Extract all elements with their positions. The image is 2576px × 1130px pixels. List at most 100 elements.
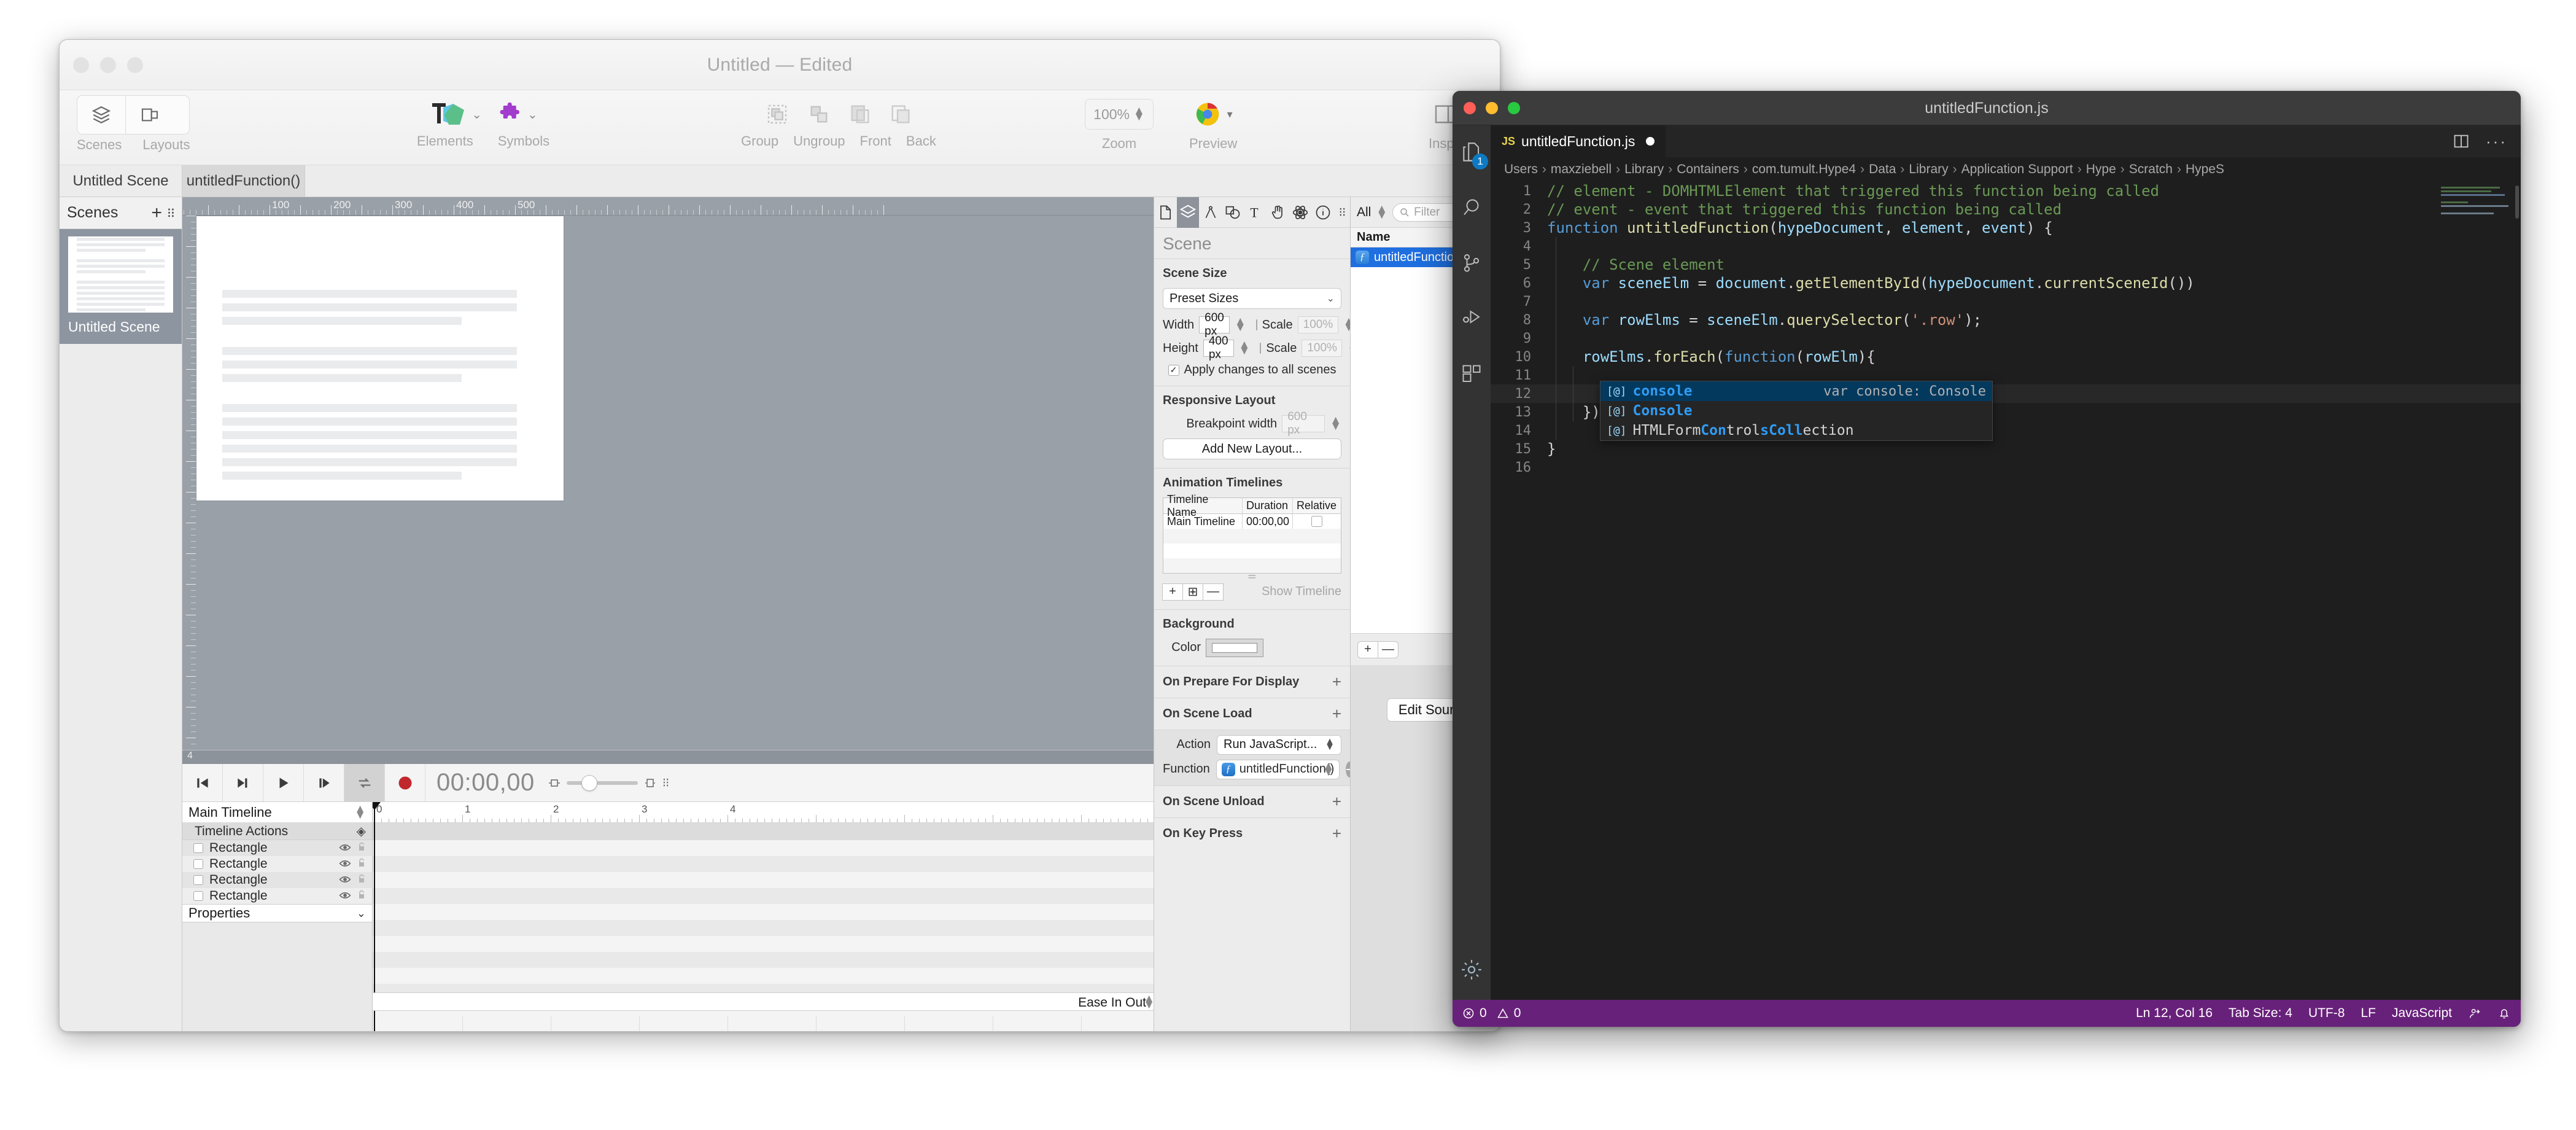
unsaved-dot-icon[interactable] (1646, 137, 1655, 146)
timeline-selector[interactable]: Main Timeline ▲ ▼ (182, 802, 372, 823)
lock-icon[interactable] (357, 841, 366, 855)
scene-list-item[interactable]: Untitled Scene (60, 229, 182, 344)
live-share-icon[interactable] (2468, 1007, 2481, 1020)
eol[interactable]: LF (2361, 1006, 2376, 1021)
lock-icon[interactable] (357, 873, 366, 887)
code-line[interactable]: 4 (1491, 237, 2521, 255)
encoding[interactable]: UTF-8 (2308, 1006, 2345, 1021)
group-icon[interactable] (764, 101, 790, 127)
background-color-swatch[interactable] (1206, 638, 1263, 657)
zoom-out-timeline-icon[interactable] (547, 777, 562, 789)
remove-resource-button[interactable]: — (1378, 641, 1399, 658)
layouts-toggle-button[interactable] (125, 96, 173, 134)
apply-all-checkbox[interactable]: ✓ (1168, 364, 1179, 376)
timeline-selector-arrows[interactable]: ▲ ▼ (354, 803, 366, 821)
add-resource-button[interactable]: + (1357, 641, 1378, 658)
activity-settings[interactable] (1457, 956, 1486, 984)
height-scale-checkbox[interactable] (1260, 343, 1262, 354)
timeline-zoom-track[interactable] (566, 774, 638, 791)
go-to-start-button[interactable] (182, 764, 223, 801)
timeline-ease-row[interactable]: Ease In Out ▲▼ (373, 992, 1154, 1011)
play-button[interactable] (263, 764, 304, 801)
problems-status[interactable]: 0 0 (1462, 1006, 1521, 1021)
preset-sizes-select[interactable]: Preset Sizes ⌄ (1163, 288, 1341, 309)
width-scale-checkbox[interactable] (1255, 319, 1257, 330)
timeline-row-relative[interactable] (1293, 514, 1341, 529)
code-line[interactable]: 8 var rowElms = sceneElm.querySelector('… (1491, 311, 2521, 329)
elements-button[interactable]: ⌄ (429, 100, 482, 128)
breadcrumb-segment[interactable]: Users (1504, 162, 1538, 177)
add-new-layout-button[interactable]: Add New Layout... (1163, 438, 1341, 459)
loop-button[interactable] (344, 764, 385, 801)
section-on-scene-unload[interactable]: On Scene Unload + (1154, 786, 1350, 818)
editor-scrollbar[interactable] (2515, 185, 2519, 219)
height-scale-input[interactable]: 100% (1302, 340, 1343, 357)
bring-front-icon[interactable] (848, 102, 872, 127)
suggestion-item[interactable]: [@] console var console: Console (1600, 381, 1992, 401)
add-timeline-action-icon[interactable]: ◈ (357, 824, 366, 839)
activity-search[interactable] (1457, 194, 1486, 222)
track-checkbox[interactable] (193, 843, 203, 853)
code-line[interactable]: 9 (1491, 329, 2521, 348)
activity-source-control[interactable] (1457, 249, 1486, 278)
breakpoint-stepper[interactable]: ▲ ▼ (1330, 415, 1341, 432)
tab-size[interactable]: Tab Size: 4 (2229, 1006, 2292, 1021)
code-line[interactable]: 15} (1491, 440, 2521, 458)
code-line[interactable]: 5 // Scene element (1491, 255, 2521, 274)
ungroup-icon[interactable] (806, 101, 832, 127)
timeline-track-row[interactable]: Rectangle (182, 856, 372, 872)
timeline-track-row[interactable]: Rectangle (182, 888, 372, 904)
add-scene-button[interactable]: + (151, 203, 162, 222)
inspector-tab-document[interactable] (1154, 197, 1177, 228)
elements-chevron-down-icon[interactable]: ⌄ (471, 107, 482, 122)
remove-timeline-button[interactable]: — (1203, 583, 1224, 601)
tab-untitled-scene[interactable]: Untitled Scene (60, 165, 182, 197)
function-select[interactable]: ƒ untitledFunction() ▲ ▼ (1216, 759, 1340, 779)
step-back-button[interactable] (223, 764, 263, 801)
breadcrumb-segment[interactable]: Hype (2086, 162, 2116, 177)
add-timeline-button[interactable]: + (1162, 583, 1183, 601)
show-timeline-button[interactable]: Show Timeline (1262, 585, 1341, 599)
code-line[interactable]: 16 (1491, 458, 2521, 477)
more-actions-icon[interactable]: ··· (2486, 133, 2507, 149)
timeline-ruler[interactable]: 01234 (373, 802, 1154, 823)
inspector-tab-scene[interactable] (1176, 197, 1200, 228)
cursor-position[interactable]: Ln 12, Col 16 (2136, 1006, 2213, 1021)
preview-dropdown-icon[interactable]: ▾ (1227, 108, 1233, 121)
properties-chevron-down-icon[interactable]: ⌄ (357, 907, 366, 920)
table-resize-handle[interactable]: ＝ (1163, 573, 1341, 582)
bell-icon[interactable] (2497, 1007, 2511, 1020)
track-checkbox[interactable] (193, 875, 203, 885)
lock-icon[interactable] (357, 857, 366, 871)
split-editor-icon[interactable] (2453, 133, 2470, 150)
height-input[interactable]: 400 px (1203, 335, 1234, 361)
code-line[interactable]: 10 rowElms.forEach(function(rowElm){ (1491, 348, 2521, 366)
breakpoint-input[interactable]: 600 px (1282, 410, 1325, 437)
activity-run-debug[interactable] (1457, 305, 1486, 333)
breadcrumb-segment[interactable]: Library (1624, 162, 1664, 177)
resources-scope-value[interactable]: All (1357, 205, 1371, 220)
visibility-eye-icon[interactable] (339, 857, 351, 871)
duplicate-timeline-button[interactable]: ⊞ (1182, 583, 1203, 601)
track-checkbox[interactable] (193, 859, 203, 869)
scenes-toggle-button[interactable] (77, 96, 125, 134)
inspector-tab-info[interactable] (1311, 197, 1334, 228)
code-line[interactable]: 7 (1491, 292, 2521, 311)
breadcrumb-segment[interactable]: Data (1869, 162, 1896, 177)
timeline-properties-row[interactable]: Properties ⌄ (182, 904, 372, 922)
lock-icon[interactable] (357, 889, 366, 903)
code-line[interactable]: 2 // event - event that triggered this fu… (1491, 200, 2521, 219)
inspector-overflow-icon[interactable]: ⁝⁝ (1334, 205, 1350, 220)
zoom-in-timeline-icon[interactable] (643, 777, 658, 789)
code-line[interactable]: 6 var sceneElm = document.getElementById… (1491, 274, 2521, 292)
breadcrumb-segment[interactable]: Application Support (1961, 162, 2073, 177)
scenes-menu-icon[interactable]: ⁝⁝ (167, 205, 175, 221)
tab-untitled-function[interactable]: untitledFunction() (182, 165, 305, 197)
breadcrumb-segment[interactable]: com.tumult.Hype4 (1752, 162, 1856, 177)
symbols-chevron-down-icon[interactable]: ⌄ (527, 107, 538, 122)
activity-explorer[interactable]: 1 (1457, 139, 1488, 170)
resources-scope-arrows[interactable]: ▲ ▼ (1376, 203, 1387, 221)
code-line[interactable]: 3 function untitledFunction(hypeDocument,… (1491, 219, 2521, 237)
visibility-eye-icon[interactable] (339, 873, 351, 887)
visibility-eye-icon[interactable] (339, 841, 351, 855)
